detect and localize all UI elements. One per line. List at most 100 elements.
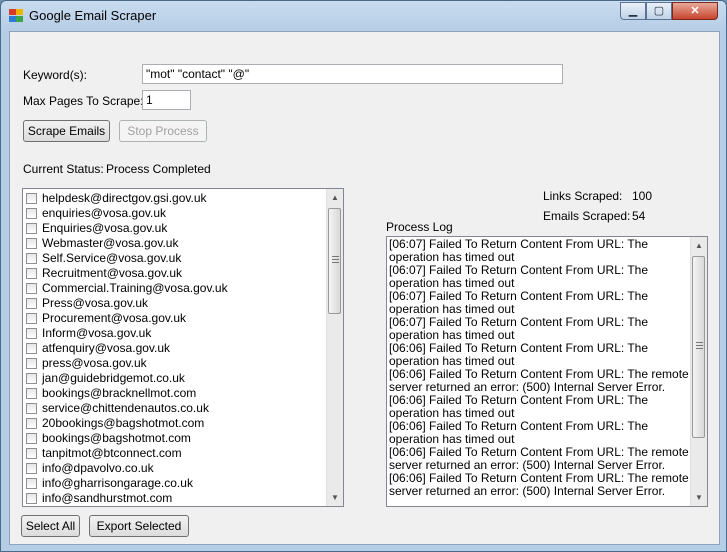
email-address: Webmaster@vosa.gov.uk [42,236,179,250]
email-list-item[interactable]: bookings@bracknellmot.com [23,386,327,401]
scroll-thumb[interactable] [328,208,341,314]
checkbox[interactable] [26,208,37,219]
email-list-item[interactable]: 20bookings@bagshotmot.com [23,416,327,431]
keywords-input[interactable]: "mot" "contact" "@" [142,64,563,84]
emails-scraped-value: 54 [632,209,646,223]
checkbox[interactable] [26,193,37,204]
email-list-item[interactable]: service@chittendenautos.co.uk [23,401,327,416]
title-bar[interactable]: Google Email Scraper ▁ ▢ ✕ [1,1,726,31]
checkbox[interactable] [26,313,37,324]
checkbox[interactable] [26,358,37,369]
email-list-item[interactable]: info@dpavolvo.co.uk [23,461,327,476]
email-list-item[interactable]: bookings@bagshotmot.com [23,431,327,446]
email-list[interactable]: helpdesk@directgov.gsi.gov.uk enquiries@v… [22,188,344,507]
email-address: atfenquiry@vosa.gov.uk [42,341,171,355]
stop-process-button[interactable]: Stop Process [119,120,207,142]
status-value: Process Completed [106,162,211,176]
log-scrollbar[interactable]: ▲ ▼ [690,237,707,506]
client-area: Keyword(s): "mot" "contact" "@" Max Page… [9,31,720,545]
email-list-item[interactable]: Press@vosa.gov.uk [23,296,327,311]
checkbox[interactable] [26,283,37,294]
log-entry: [06:06] Failed To Return Content From UR… [389,367,689,394]
select-all-button[interactable]: Select All [21,515,80,537]
keywords-label: Keyword(s): [23,68,88,82]
log-entry: [06:06] Failed To Return Content From UR… [389,419,649,446]
email-list-item[interactable]: Recruitment@vosa.gov.uk [23,266,327,281]
email-list-item[interactable]: atfenquiry@vosa.gov.uk [23,341,327,356]
checkbox[interactable] [26,403,37,414]
checkbox[interactable] [26,253,37,264]
checkbox[interactable] [26,388,37,399]
checkbox[interactable] [26,223,37,234]
email-address: tanpitmot@btconnect.com [42,446,182,460]
max-pages-label: Max Pages To Scrape: [23,94,144,108]
email-address: info@sandhurstmot.com [42,491,173,505]
log-scroll-down-icon[interactable]: ▼ [691,489,707,506]
email-address: Enquiries@vosa.gov.uk [42,221,168,235]
scroll-down-icon[interactable]: ▼ [327,489,343,506]
status-label: Current Status: [23,162,104,176]
close-button[interactable]: ✕ [672,2,718,20]
checkbox[interactable] [26,268,37,279]
checkbox[interactable] [26,298,37,309]
minimize-button[interactable]: ▁ [620,2,646,20]
log-entry: [06:06] Failed To Return Content From UR… [389,393,649,420]
checkbox[interactable] [26,328,37,339]
checkbox[interactable] [26,463,37,474]
checkbox[interactable] [26,238,37,249]
log-entry: [06:07] Failed To Return Content From UR… [389,263,649,290]
email-address: helpdesk@directgov.gsi.gov.uk [42,191,207,205]
log-entry: [06:07] Failed To Return Content From UR… [389,237,649,264]
email-address: press@vosa.gov.uk [42,356,147,370]
email-list-item[interactable]: Inform@vosa.gov.uk [23,326,327,341]
log-scroll-up-icon[interactable]: ▲ [691,237,707,254]
email-address: info@gharrisongarage.co.uk [42,476,193,490]
scrape-emails-button[interactable]: Scrape Emails [23,120,110,142]
checkbox[interactable] [26,373,37,384]
email-list-item[interactable]: info@sandhurstmot.com [23,491,327,506]
scroll-up-icon[interactable]: ▲ [327,189,343,206]
log-entry: [06:06] Failed To Return Content From UR… [389,445,689,472]
log-entry: [06:06] Failed To Return Content From UR… [389,341,649,368]
email-list-item[interactable]: helpdesk@directgov.gsi.gov.uk [23,191,327,206]
app-icon [9,9,23,22]
email-list-item[interactable]: jan@guidebridgemot.co.uk [23,371,327,386]
process-log-label: Process Log [386,220,453,234]
email-address: Press@vosa.gov.uk [42,296,149,310]
export-selected-button[interactable]: Export Selected [89,515,189,537]
checkbox[interactable] [26,433,37,444]
log-entry: [06:07] Failed To Return Content From UR… [389,315,649,342]
email-list-item[interactable]: Self.Service@vosa.gov.uk [23,251,327,266]
email-list-item[interactable]: Procurement@vosa.gov.uk [23,311,327,326]
email-address: 20bookings@bagshotmot.com [42,416,205,430]
links-scraped-value: 100 [632,189,653,203]
email-address: bookings@bagshotmot.com [42,431,191,445]
email-list-item[interactable]: enquiries@vosa.gov.uk [23,206,327,221]
email-list-item[interactable]: press@vosa.gov.uk [23,356,327,371]
checkbox[interactable] [26,478,37,489]
links-scraped-label: Links Scraped: [543,189,623,203]
max-pages-input[interactable]: 1 [142,90,191,110]
emails-scraped-label: Emails Scraped: [543,209,631,223]
email-list-item[interactable]: info@gharrisongarage.co.uk [23,476,327,491]
email-list-item[interactable]: Webmaster@vosa.gov.uk [23,236,327,251]
checkbox[interactable] [26,343,37,354]
email-list-item[interactable]: tanpitmot@btconnect.com [23,446,327,461]
app-window: Google Email Scraper ▁ ▢ ✕ Keyword(s): "… [0,0,727,552]
window-title: Google Email Scraper [29,8,157,23]
checkbox[interactable] [26,418,37,429]
email-list-scrollbar[interactable]: ▲ ▼ [326,189,343,506]
email-list-item[interactable]: Commercial.Training@vosa.gov.uk [23,281,327,296]
process-log[interactable]: [06:07] Failed To Return Content From UR… [386,236,708,507]
email-list-item[interactable]: Enquiries@vosa.gov.uk [23,221,327,236]
email-address: info@dpavolvo.co.uk [42,461,154,475]
checkbox[interactable] [26,493,37,504]
email-address: jan@guidebridgemot.co.uk [42,371,185,385]
maximize-button[interactable]: ▢ [646,2,672,20]
email-address: enquiries@vosa.gov.uk [42,206,167,220]
email-address: Recruitment@vosa.gov.uk [42,266,183,280]
log-scroll-thumb[interactable] [692,256,705,438]
checkbox[interactable] [26,448,37,459]
email-address: Commercial.Training@vosa.gov.uk [42,281,228,295]
email-address: service@chittendenautos.co.uk [42,401,209,415]
